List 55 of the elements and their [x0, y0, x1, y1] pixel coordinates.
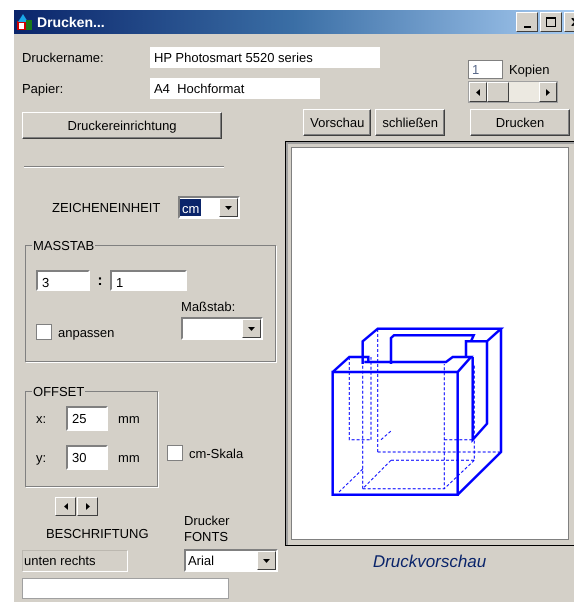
window-title: Drucken... — [37, 14, 106, 30]
fonts-label: Drucker FONTS — [184, 513, 231, 545]
scroll-left-button[interactable] — [469, 82, 487, 102]
field-label: Druckername: — [22, 50, 105, 65]
checkbox[interactable] — [36, 324, 52, 340]
unit-dropdown[interactable]: cm — [178, 196, 240, 219]
field-label: x: — [36, 411, 48, 426]
ratio-separator: : — [96, 272, 104, 289]
scroll-right-button[interactable] — [539, 82, 557, 102]
caption-label: BESCHRIFTUNG — [46, 526, 150, 541]
field-label: y: — [36, 450, 48, 465]
offset-field[interactable]: 25 — [66, 406, 108, 431]
scale-field[interactable]: 3 — [36, 270, 90, 291]
copies-field[interactable]: 1 — [468, 60, 503, 79]
dropdown-arrow-icon — [263, 558, 270, 562]
printer-name-field[interactable]: HP Photosmart 5520 series — [150, 47, 380, 68]
right-arrow-icon — [546, 88, 550, 96]
action-button[interactable]: schließen — [375, 109, 445, 136]
combo-value: Arial — [187, 552, 216, 570]
unit-label: ZEICHENEINHEIT — [52, 200, 162, 215]
setup-button[interactable]: Druckereinrichtung — [22, 112, 222, 139]
maximize-button[interactable] — [540, 12, 562, 32]
minimize-button[interactable] — [516, 12, 538, 32]
dropdown-arrow-icon — [225, 206, 232, 210]
group-title: MASSTAB — [32, 238, 96, 253]
action-button[interactable]: Drucken — [470, 109, 570, 136]
scrollbar[interactable] — [468, 81, 558, 103]
field-label: Papier: — [22, 81, 64, 96]
dropdown-arrow-icon — [248, 326, 255, 330]
caption-position: unten rechts — [22, 550, 128, 572]
scroll-right-button[interactable] — [77, 497, 98, 516]
checkbox[interactable] — [167, 445, 183, 461]
minimize-icon — [524, 26, 530, 28]
text-field[interactable] — [22, 578, 229, 599]
paper-field[interactable]: A4 Hochformat — [150, 78, 320, 99]
app-icon — [16, 13, 34, 31]
scroll-left-button[interactable] — [55, 497, 76, 516]
font-dropdown[interactable]: Arial — [184, 549, 278, 572]
action-button[interactable]: Vorschau — [303, 109, 372, 136]
offset-field[interactable]: 30 — [66, 445, 108, 470]
checkbox-label[interactable]: anpassen — [58, 324, 114, 340]
left-arrow-icon — [476, 88, 480, 96]
scale-dropdown[interactable] — [181, 317, 263, 340]
preview-caption: Druckvorschau — [372, 552, 486, 572]
right-arrow-icon — [86, 503, 90, 510]
left-arrow-icon — [64, 503, 68, 510]
group-title: OFFSET — [32, 384, 86, 399]
combo-value: cm — [180, 199, 202, 216]
field-label: Maßstab: — [181, 299, 236, 314]
maximize-icon — [546, 17, 556, 27]
unit-text: mm — [118, 450, 140, 465]
copies-label: Kopien — [509, 62, 550, 77]
scale-field[interactable]: 1 — [110, 270, 187, 291]
checkbox-label[interactable]: cm-Skala — [189, 446, 244, 460]
unit-text: mm — [118, 411, 140, 426]
